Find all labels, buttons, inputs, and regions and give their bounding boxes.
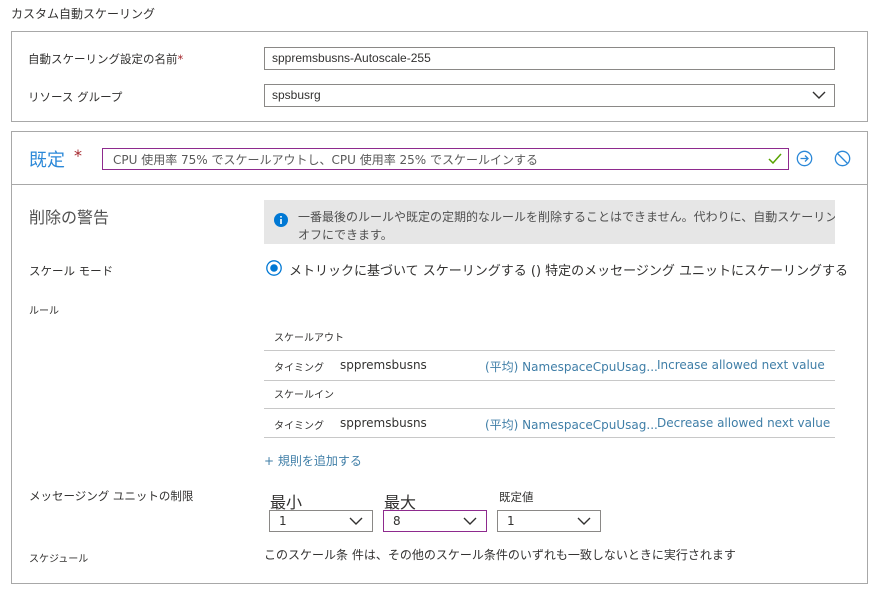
maximum-value: 8	[393, 514, 401, 528]
rule-metric: (平均) NamespaceCpuUsag...	[485, 418, 658, 432]
rule-when: タイミング	[274, 363, 324, 374]
limits-label: メッセージング ユニットの制限	[29, 489, 194, 503]
minimum-value: 1	[279, 514, 287, 528]
default-label: 既定値	[499, 490, 534, 504]
minimum-select[interactable]: 1	[269, 510, 373, 532]
scale-condition-panel: 既定 * CPU 使用率 75% でスケールアウトし、CPU 使用率 25% で…	[11, 131, 868, 584]
navigate-arrow-icon[interactable]	[796, 150, 813, 167]
rule-action: Increase allowed next value	[657, 358, 825, 372]
maximum-select[interactable]: 8	[383, 510, 487, 532]
delete-warning-label: 削除の警告	[29, 208, 110, 227]
rule-metric: (平均) NamespaceCpuUsag...	[485, 360, 658, 374]
delete-warning-info: 一番最後のルールや既定の定期的なルールを削除することはできません。代わりに、自動…	[264, 200, 835, 244]
condition-summary-input[interactable]: CPU 使用率 75% でスケールアウトし、CPU 使用率 25% でスケールイ…	[102, 148, 789, 170]
warning-text-line2: オフにできます。	[298, 228, 393, 242]
disable-icon[interactable]	[834, 150, 851, 167]
condition-title: 既定	[29, 150, 65, 171]
required-marker: *	[74, 146, 82, 165]
rule-when: タイミング	[274, 421, 324, 432]
scale-out-header: スケールアウト	[274, 333, 344, 344]
schedule-label: スケジュール	[29, 554, 89, 565]
settings-panel: 自動スケーリング設定の名前* sppremsbusns-Autoscale-25…	[11, 31, 868, 122]
resource-group-value: spsbusrg	[272, 88, 321, 102]
rule-action: Decrease allowed next value	[657, 416, 831, 430]
check-icon	[768, 153, 782, 164]
rule-resource: sppremsbusns	[340, 358, 427, 372]
default-select[interactable]: 1	[497, 510, 601, 532]
add-rule-link[interactable]: + 規則を追加する	[264, 452, 362, 469]
chevron-down-icon	[349, 517, 363, 525]
schedule-text: このスケール条 件は、その他のスケール条件のいずれも一致しないときに実行されます	[264, 548, 736, 562]
chevron-down-icon	[812, 91, 826, 99]
resource-group-select[interactable]: spsbusrg	[264, 84, 835, 107]
warning-text-line1: 一番最後のルールや既定の定期的なルールを削除することはできません。代わりに、自動…	[298, 210, 835, 224]
autoscale-name-input[interactable]: sppremsbusns-Autoscale-255	[264, 47, 835, 70]
scale-mode-radio[interactable]	[266, 260, 282, 276]
rules-label: ルール	[29, 306, 59, 317]
scale-mode-option[interactable]: メトリックに基づいて スケーリングする () 特定のメッセージング ユニットにス…	[289, 260, 848, 279]
condition-summary-text: CPU 使用率 75% でスケールアウトし、CPU 使用率 25% でスケールイ…	[113, 153, 539, 167]
chevron-down-icon	[463, 517, 477, 525]
info-icon	[274, 213, 288, 227]
default-value: 1	[507, 514, 515, 528]
condition-header: 既定 * CPU 使用率 75% でスケールアウトし、CPU 使用率 25% で…	[12, 132, 867, 185]
rule-resource: sppremsbusns	[340, 416, 427, 430]
chevron-down-icon	[577, 517, 591, 525]
scale-in-header: スケールイン	[274, 390, 334, 401]
page-heading: カスタム自動スケーリング	[11, 7, 156, 21]
name-label: 自動スケーリング設定の名前*	[28, 52, 184, 66]
scale-mode-label: スケール モード	[29, 264, 114, 278]
resource-group-label: リソース グループ	[28, 90, 123, 104]
